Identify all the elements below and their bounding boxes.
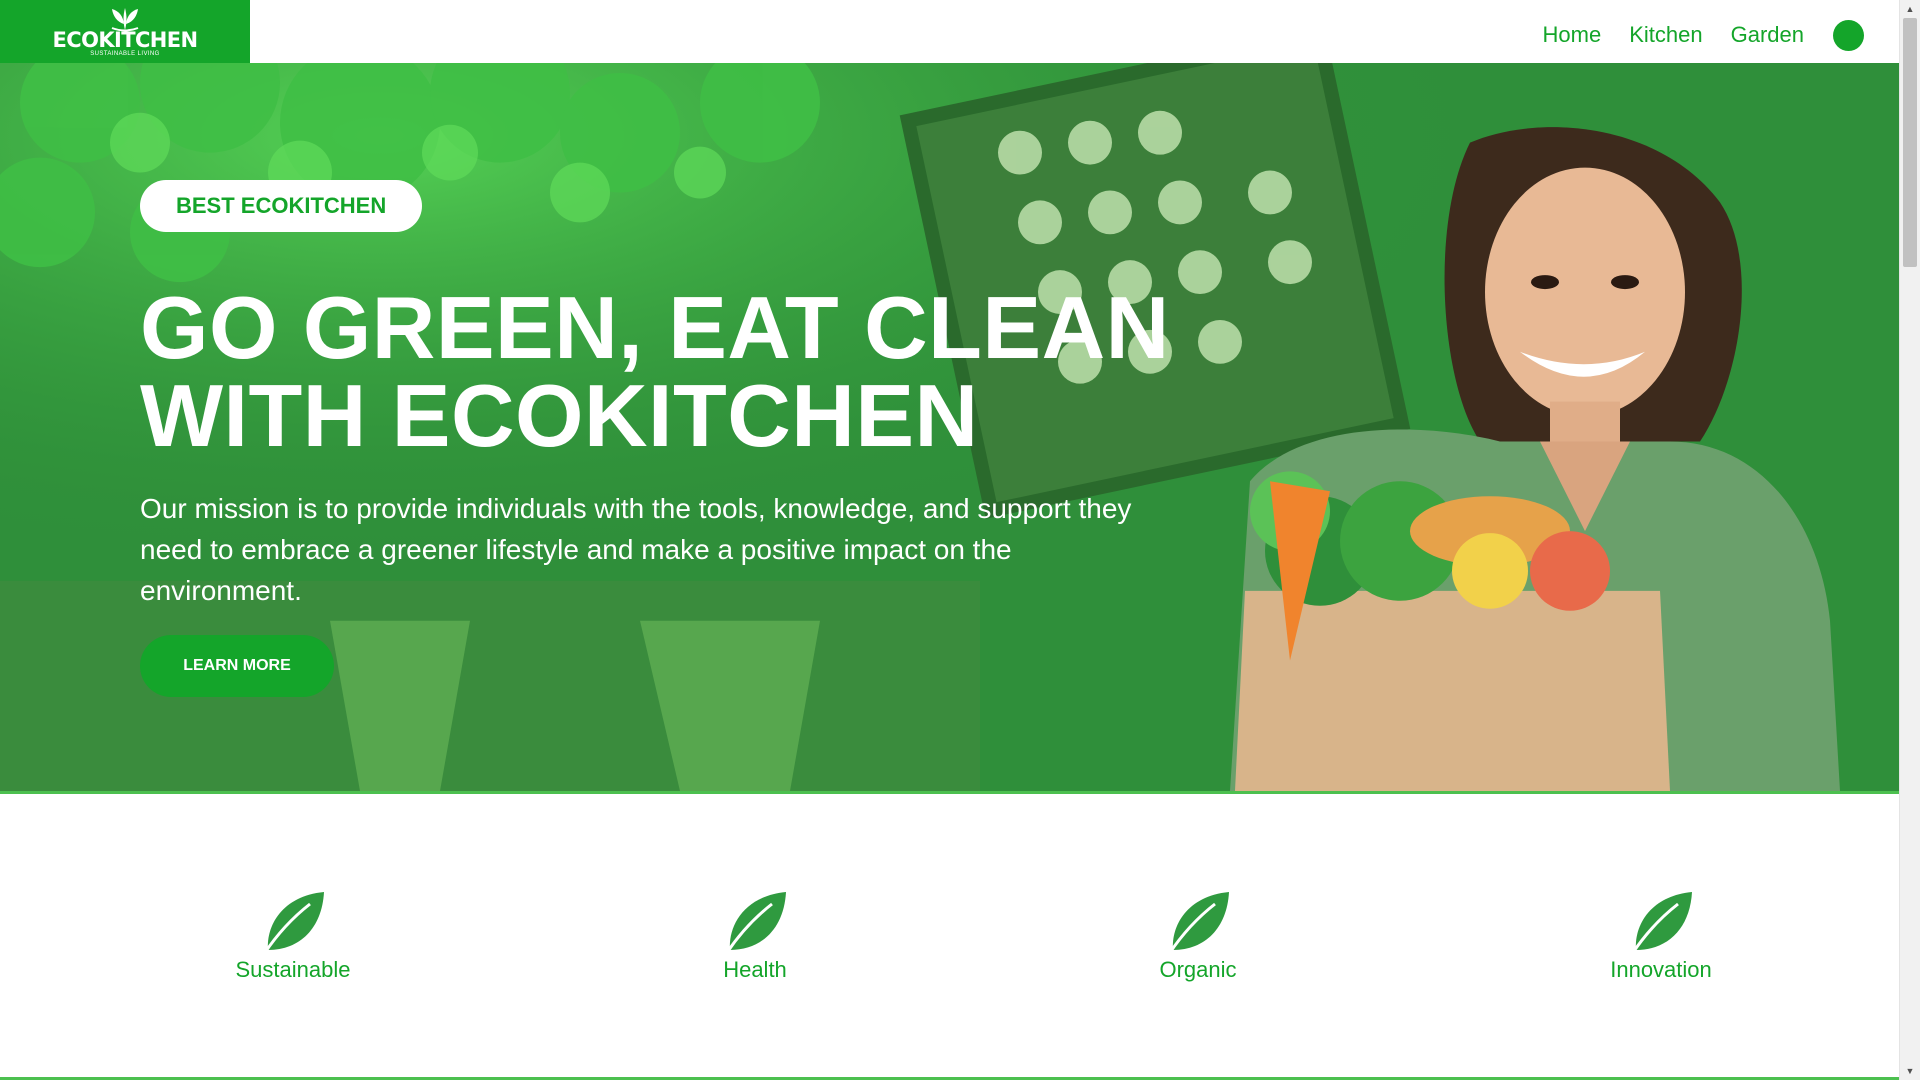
vertical-scrollbar[interactable]: ▲ ▼ xyxy=(1899,0,1920,1080)
nav-garden[interactable]: Garden xyxy=(1731,22,1804,48)
nav-kitchen[interactable]: Kitchen xyxy=(1629,22,1702,48)
feature-health[interactable]: Health xyxy=(645,890,865,983)
leaf-icon xyxy=(1167,892,1229,954)
feature-organic[interactable]: Organic xyxy=(1088,890,1308,983)
logo-title: ECOKITCHEN xyxy=(52,28,199,52)
leaf-icon xyxy=(262,892,324,954)
scrollbar-thumb[interactable] xyxy=(1903,18,1917,267)
learn-more-button[interactable]: LEARN MORE xyxy=(140,635,334,697)
logo-subtitle: SUSTAINABLE LIVING xyxy=(90,51,160,57)
hero-section: BEST ECOKITCHEN GO GREEN, EAT CLEAN WITH… xyxy=(0,63,1899,794)
hero-content: BEST ECOKITCHEN GO GREEN, EAT CLEAN WITH… xyxy=(140,180,1320,697)
nav-home[interactable]: Home xyxy=(1543,22,1602,48)
features-section: Sustainable Health Organic Innovation xyxy=(0,797,1899,1077)
feature-label: Organic xyxy=(1159,957,1237,982)
logo[interactable]: ECOKITCHEN SUSTAINABLE LIVING xyxy=(0,0,250,63)
logo-leaf-icon xyxy=(111,8,139,32)
scroll-up-arrow-icon[interactable]: ▲ xyxy=(1900,0,1920,18)
leaf-icon xyxy=(724,892,786,954)
page: ECOKITCHEN SUSTAINABLE LIVING Home Kitch… xyxy=(0,0,1920,1080)
main-nav: Home Kitchen Garden xyxy=(1543,0,1864,70)
feature-sustainable[interactable]: Sustainable xyxy=(183,890,403,983)
feature-label: Innovation xyxy=(1610,957,1712,982)
feature-label: Sustainable xyxy=(235,957,351,982)
feature-innovation[interactable]: Innovation xyxy=(1551,890,1771,983)
hero-title-line-1: GO GREEN, EAT CLEAN xyxy=(140,278,1170,377)
hero-badge: BEST ECOKITCHEN xyxy=(140,180,423,232)
top-bar: ECOKITCHEN SUSTAINABLE LIVING Home Kitch… xyxy=(0,0,1899,63)
leaf-icon xyxy=(1630,892,1692,954)
avatar[interactable] xyxy=(1833,19,1864,51)
hero-title: GO GREEN, EAT CLEAN WITH ECOKITCHEN xyxy=(140,284,1260,460)
feature-label: Health xyxy=(723,957,787,982)
hero-description: Our mission is to provide individuals wi… xyxy=(140,493,1132,606)
hero-title-line-2: WITH ECOKITCHEN xyxy=(140,366,979,465)
scroll-down-arrow-icon[interactable]: ▼ xyxy=(1900,1062,1920,1080)
